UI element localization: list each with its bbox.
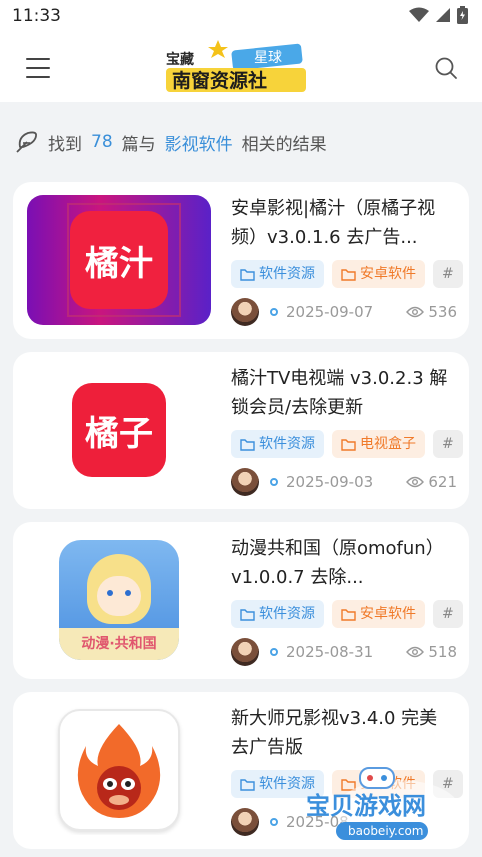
folder-icon: [341, 438, 356, 451]
feather-icon: [16, 131, 37, 153]
watermark-text: 宝贝游戏网: [306, 792, 426, 820]
app-header: 星球 宝藏 南窗资源社: [0, 34, 482, 102]
article-thumbnail[interactable]: 动漫·共和国: [27, 535, 211, 665]
status-bar: 11:33: [0, 0, 482, 34]
view-count: 621: [406, 473, 457, 491]
tag-software-resources[interactable]: 软件资源: [231, 260, 324, 288]
article-title[interactable]: 安卓影视|橘汁（原橘子视频）v3.0.1.6 去广告...: [231, 194, 453, 252]
view-count: 536: [406, 303, 457, 321]
tag-android-software[interactable]: 安卓软件: [332, 600, 425, 628]
result-prefix: 找到: [48, 134, 82, 155]
signal-icon: [436, 8, 450, 22]
result-keyword: 影视软件: [164, 134, 233, 155]
folder-icon: [341, 268, 356, 281]
date-dot-icon: [270, 478, 278, 486]
menu-icon[interactable]: [26, 58, 50, 78]
article-title[interactable]: 新大师兄影视v3.4.0 完美去广告版: [231, 704, 453, 762]
article-date: 2025-08-31: [286, 643, 374, 661]
article-title[interactable]: 动漫共和国（原omofun）v1.0.0.7 去除...: [231, 534, 453, 592]
thumbnail-app-name: 动漫·共和国: [81, 636, 157, 652]
search-result-summary: 找到 78 篇与 影视软件 相关的结果: [14, 127, 327, 157]
author-avatar[interactable]: [231, 638, 259, 666]
folder-icon: [341, 608, 356, 621]
watermark: 宝贝游戏网 baobeiy.com: [300, 766, 472, 846]
site-logo[interactable]: 星球 宝藏 南窗资源社: [162, 40, 312, 96]
date-dot-icon: [270, 308, 278, 316]
logo-main-text: 南窗资源社: [172, 69, 267, 92]
article-title[interactable]: 橘汁TV电视端 v3.0.2.3 解锁会员/去除更新: [231, 364, 453, 422]
date-dot-icon: [270, 648, 278, 656]
status-icons: [409, 6, 468, 24]
result-suffix: 相关的结果: [241, 134, 327, 155]
watermark-url: baobeiy.com: [348, 824, 423, 838]
article-card[interactable]: 橘汁 安卓影视|橘汁（原橘子视频）v3.0.1.6 去广告... 软件资源 安卓…: [13, 182, 469, 339]
search-icon[interactable]: [434, 56, 458, 80]
folder-icon: [240, 608, 255, 621]
status-time: 11:33: [12, 6, 61, 26]
article-thumbnail[interactable]: 橘子: [27, 365, 211, 495]
tag-hashtag[interactable]: #: [433, 600, 463, 628]
monkey-flame-logo: [77, 724, 161, 818]
result-count: 78: [91, 132, 113, 152]
article-tags: 软件资源 安卓软件 #: [231, 260, 469, 290]
author-avatar[interactable]: [231, 468, 259, 496]
thumbnail-app-name: 橘汁: [85, 243, 153, 284]
article-date: 2025-09-07: [286, 303, 374, 321]
article-tags: 软件资源 电视盒子 #: [231, 430, 469, 460]
folder-icon: [240, 778, 255, 791]
article-thumbnail[interactable]: [27, 705, 211, 835]
eye-icon: [406, 476, 425, 488]
article-tags: 软件资源 安卓软件 #: [231, 600, 469, 630]
article-thumbnail[interactable]: 橘汁: [27, 195, 211, 325]
logo-tag-text: 星球: [254, 50, 282, 66]
view-count: 518: [406, 643, 457, 661]
logo-top-text: 宝藏: [166, 51, 194, 68]
eye-icon: [406, 646, 425, 658]
tag-software-resources[interactable]: 软件资源: [231, 600, 324, 628]
article-meta: 2025-09-03 621: [231, 468, 457, 496]
article-card[interactable]: 橘子 橘汁TV电视端 v3.0.2.3 解锁会员/去除更新 软件资源 电视盒子 …: [13, 352, 469, 509]
battery-icon: [457, 6, 468, 24]
folder-icon: [240, 438, 255, 451]
article-date: 2025-09-03: [286, 473, 374, 491]
tag-hashtag[interactable]: #: [433, 260, 463, 288]
folder-icon: [240, 268, 255, 281]
eye-icon: [406, 306, 425, 318]
thumbnail-app-name: 橘子: [85, 413, 153, 454]
result-middle: 篇与: [121, 134, 156, 155]
tag-hashtag[interactable]: #: [433, 430, 463, 458]
tag-tv-box[interactable]: 电视盒子: [332, 430, 425, 458]
article-card[interactable]: 动漫·共和国 动漫共和国（原omofun）v1.0.0.7 去除... 软件资源…: [13, 522, 469, 679]
author-avatar[interactable]: [231, 298, 259, 326]
date-dot-icon: [270, 818, 278, 826]
tag-software-resources[interactable]: 软件资源: [231, 430, 324, 458]
author-avatar[interactable]: [231, 808, 259, 836]
wifi-icon: [409, 7, 429, 22]
article-meta: 2025-08-31 518: [231, 638, 457, 666]
article-meta: 2025-09-07 536: [231, 298, 457, 326]
tag-android-software[interactable]: 安卓软件: [332, 260, 425, 288]
